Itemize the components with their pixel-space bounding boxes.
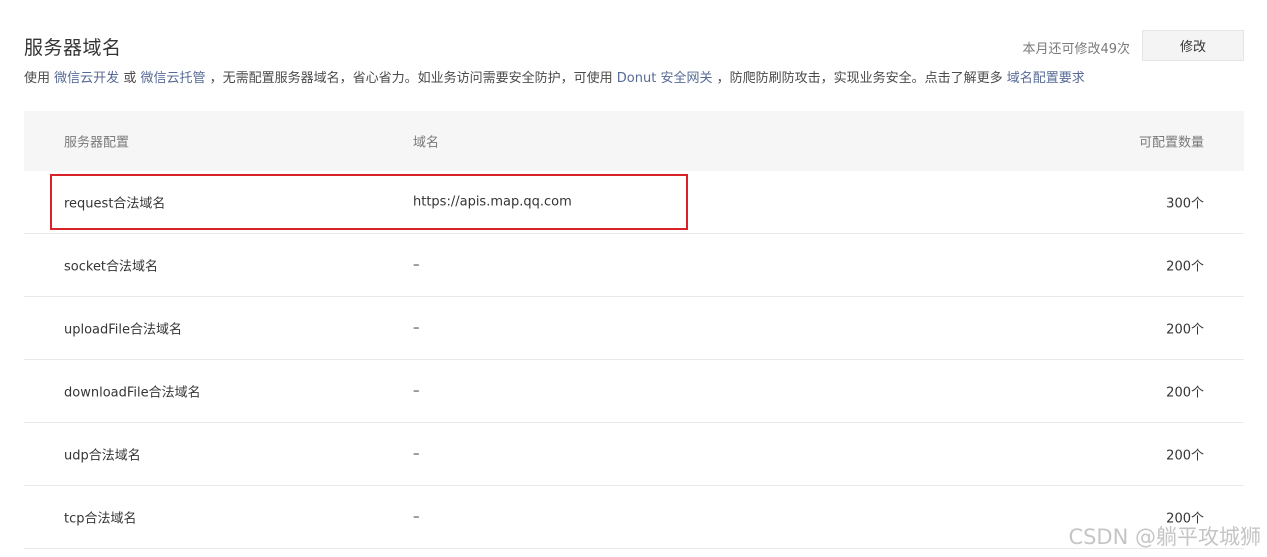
description-text: ，无需配置服务器域名，省心省力。如业务访问需要安全防护，可使用 bbox=[209, 71, 613, 86]
row-quota-count: 300个 bbox=[1166, 196, 1204, 212]
table-row: downloadFile合法域名 – 200个 bbox=[24, 360, 1244, 423]
row-domain-value: – bbox=[413, 509, 420, 525]
table-row: request合法域名 https://apis.map.qq.com 300个 bbox=[24, 171, 1244, 234]
row-domain-value: https://apis.map.qq.com bbox=[413, 194, 572, 210]
row-quota-count: 200个 bbox=[1166, 385, 1204, 401]
row-config-name: downloadFile合法域名 bbox=[64, 385, 201, 401]
quota-remaining-text: 本月还可修改49次 bbox=[1022, 42, 1130, 57]
description-text: ，防爬防刷防攻击，实现业务安全。点击了解更多 bbox=[716, 71, 1003, 86]
row-config-name: tcp合法域名 bbox=[64, 511, 137, 527]
row-domain-value: – bbox=[413, 320, 420, 336]
description-text: 或 bbox=[123, 71, 137, 86]
row-domain-value: – bbox=[413, 257, 420, 273]
row-config-name: uploadFile合法域名 bbox=[64, 322, 183, 338]
table-row: uploadFile合法域名 – 200个 bbox=[24, 297, 1244, 360]
row-config-name: udp合法域名 bbox=[64, 448, 141, 464]
row-config-name: request合法域名 bbox=[64, 196, 166, 212]
row-quota-count: 200个 bbox=[1166, 448, 1204, 464]
description-text: 使用 bbox=[24, 71, 51, 86]
row-quota-count: 200个 bbox=[1166, 259, 1204, 275]
table-row: udp合法域名 – 200个 bbox=[24, 423, 1244, 486]
column-header-domain: 域名 bbox=[413, 135, 440, 151]
table-row: tcp合法域名 – 200个 bbox=[24, 486, 1244, 549]
cloud-dev-link[interactable]: 微信云开发 bbox=[54, 71, 119, 86]
donut-gateway-link[interactable]: Donut 安全网关 bbox=[617, 71, 713, 86]
column-header-server-config: 服务器配置 bbox=[64, 135, 130, 151]
column-header-quota: 可配置数量 bbox=[1138, 135, 1204, 151]
row-domain-value: – bbox=[413, 383, 420, 399]
description: 使用 微信云开发 或 微信云托管 ，无需配置服务器域名，省心省力。如业务访问需要… bbox=[24, 67, 1085, 86]
row-quota-count: 200个 bbox=[1166, 322, 1204, 338]
cloud-host-link[interactable]: 微信云托管 bbox=[140, 71, 205, 86]
table-row: socket合法域名 – 200个 bbox=[24, 234, 1244, 297]
domain-requirements-link[interactable]: 域名配置要求 bbox=[1007, 71, 1085, 86]
page-title: 服务器域名 bbox=[24, 37, 122, 59]
watermark: CSDN @躺平攻城狮 bbox=[1068, 525, 1261, 549]
table-header: 服务器配置 域名 可配置数量 bbox=[24, 111, 1244, 171]
row-domain-value: – bbox=[413, 446, 420, 462]
row-config-name: socket合法域名 bbox=[64, 259, 159, 275]
domain-config-table: 服务器配置 域名 可配置数量 request合法域名 https://apis.… bbox=[24, 111, 1244, 549]
modify-button[interactable]: 修改 bbox=[1142, 30, 1244, 61]
